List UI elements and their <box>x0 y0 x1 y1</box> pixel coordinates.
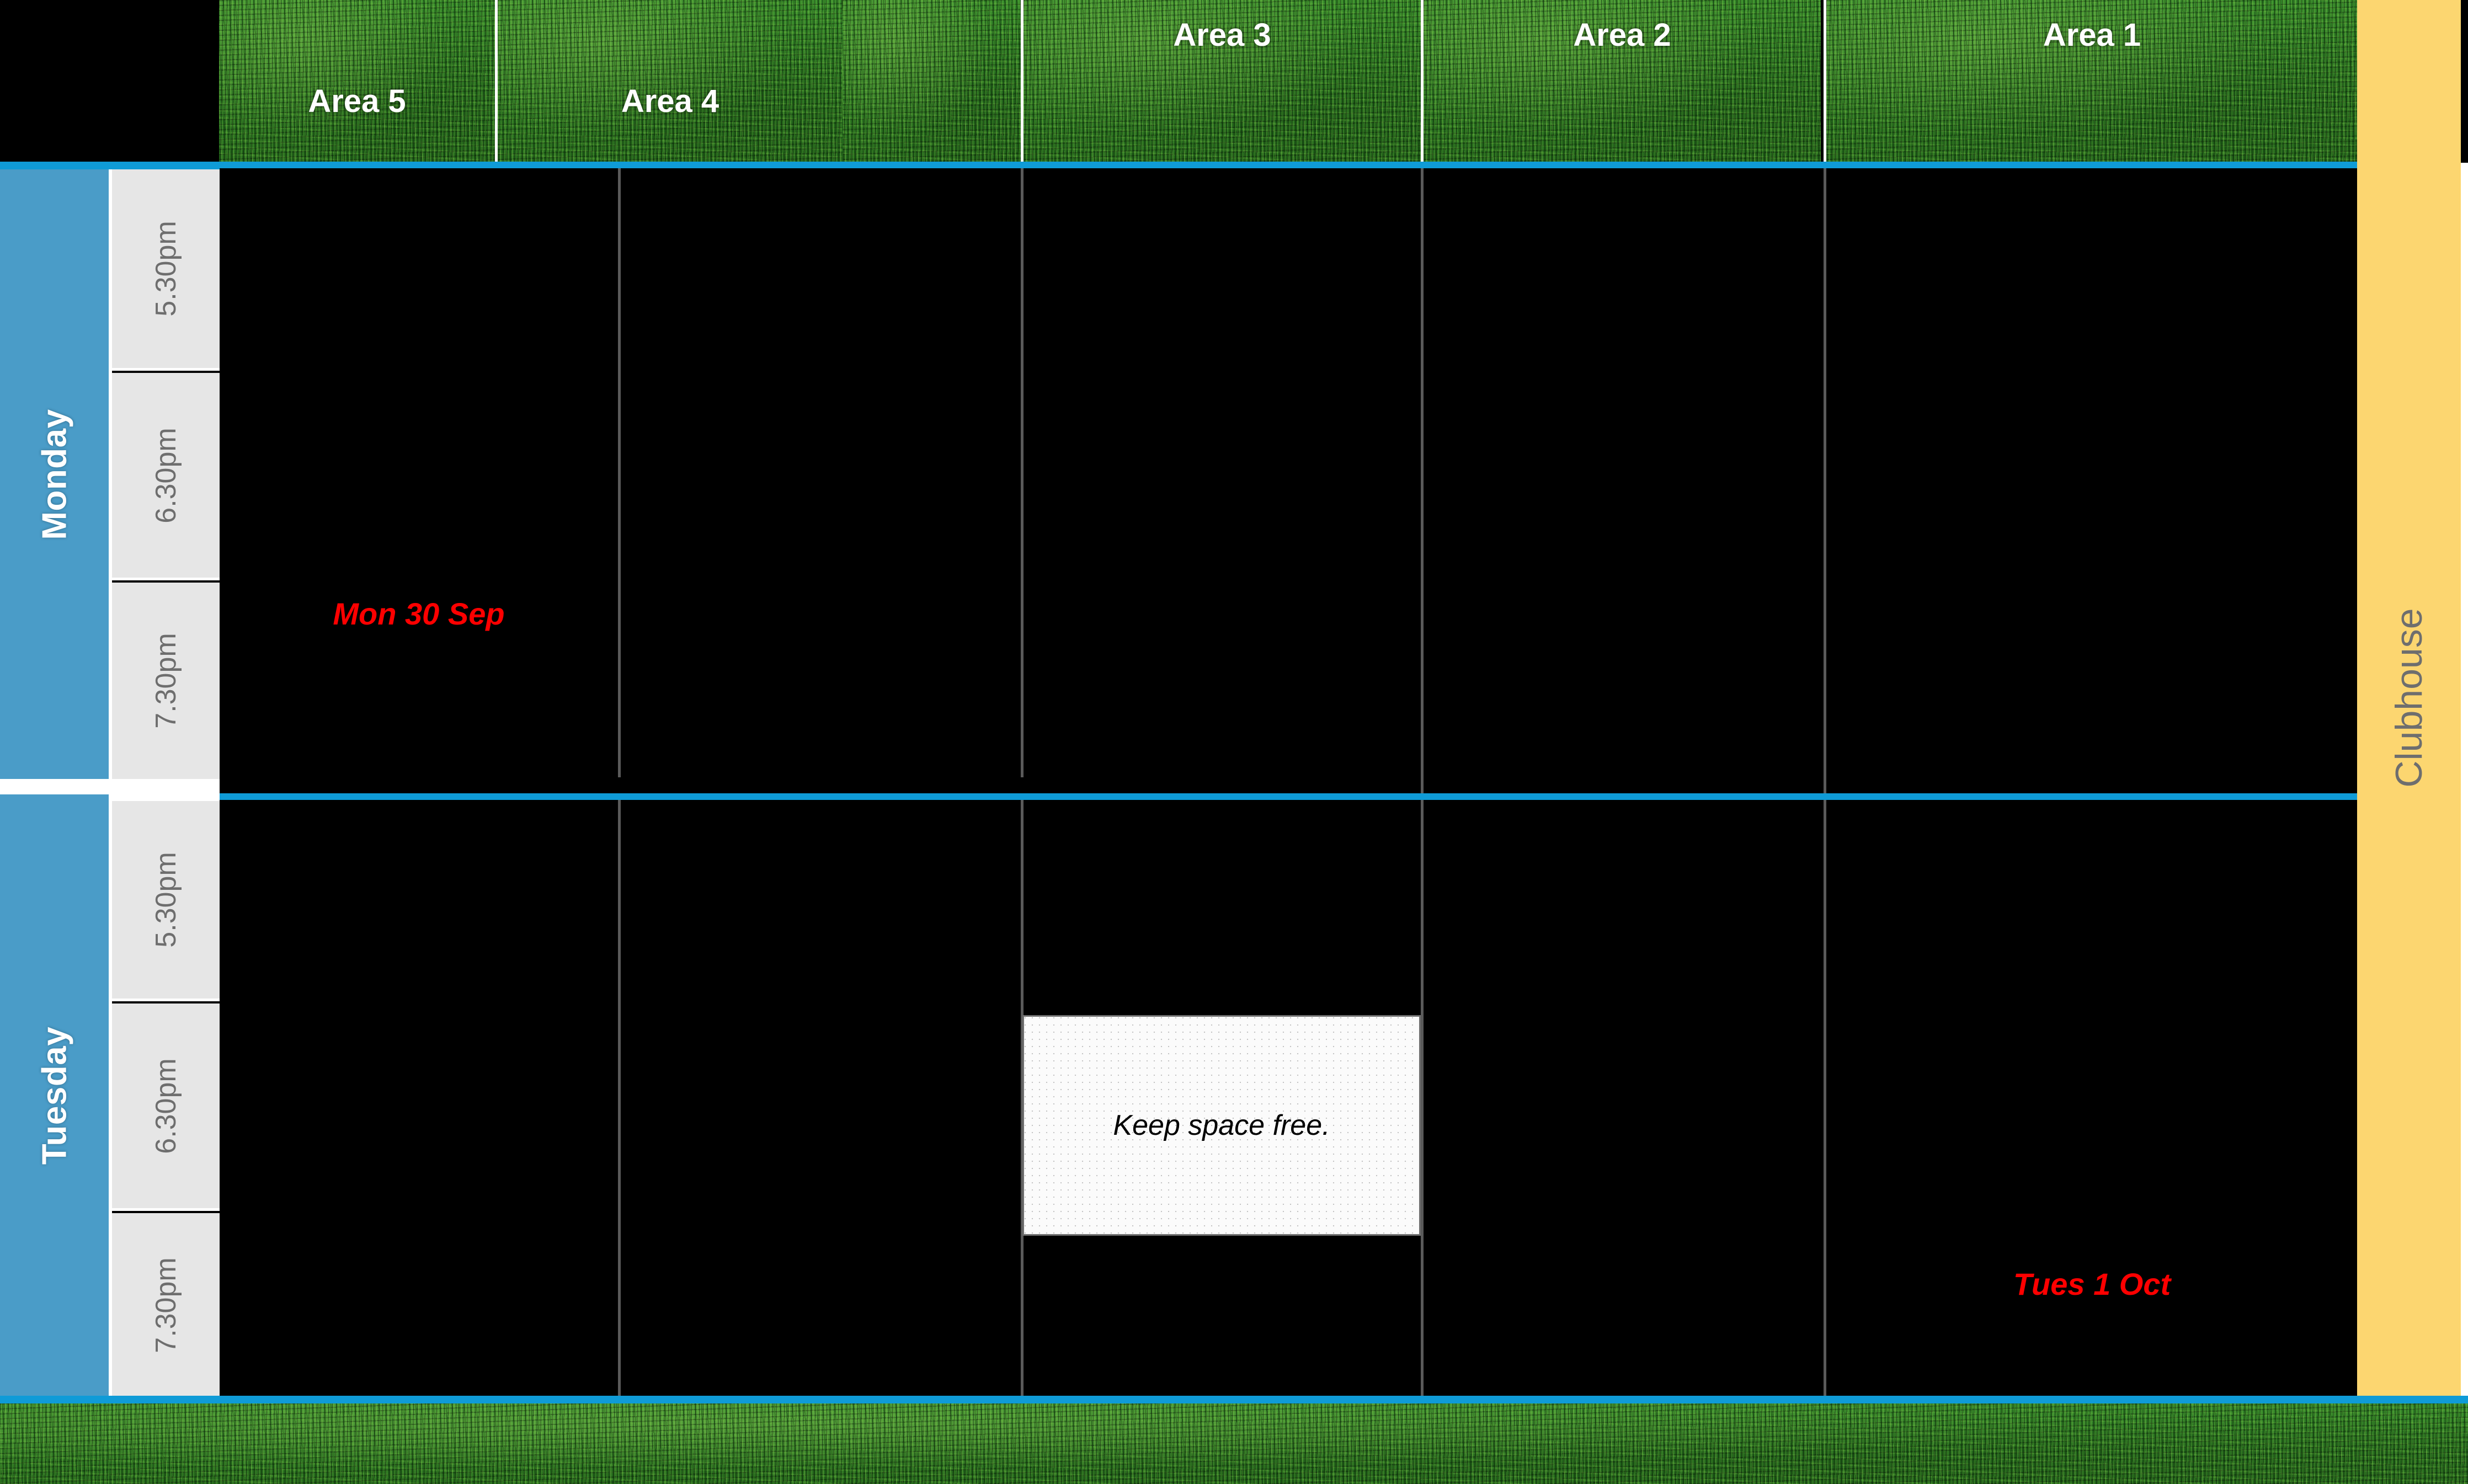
time-cell-tuesday-630pm[interactable]: 6.30pm <box>112 1001 220 1208</box>
column-divider-5-4-lower <box>618 800 621 1396</box>
area-header-label: Area 5 <box>308 83 406 119</box>
time-cell-monday-530pm[interactable]: 5.30pm <box>112 169 220 368</box>
time-cell-monday-730pm[interactable]: 7.30pm <box>112 580 220 779</box>
keep-space-free-box[interactable]: Keep space free. <box>1022 1015 1421 1236</box>
time-cell-tuesday-530pm[interactable]: 5.30pm <box>112 801 220 999</box>
footer-grass-strip <box>0 1403 2468 1484</box>
date-note-label: Mon 30 Sep <box>333 596 505 631</box>
area-header-grass-filler-54 <box>495 0 498 162</box>
area-header-label: Area 1 <box>2043 17 2141 53</box>
time-label: 7.30pm <box>150 1257 182 1353</box>
column-divider-3-2 <box>1421 168 1424 1396</box>
area-header-area-4[interactable]: Area 4 <box>498 0 843 162</box>
area-header-area-2[interactable]: Area 2 <box>1424 0 1821 162</box>
date-note-label: Tues 1 Oct <box>2013 1267 2171 1301</box>
schedule-grid: Mon 30 Sep Tues 1 Oct Keep space free. <box>220 168 2358 1396</box>
area-header-grass-filler-43 <box>843 0 1024 162</box>
area-header-area-1[interactable]: Area 1 <box>1826 0 2358 162</box>
column-divider-2-1 <box>1824 168 1826 1396</box>
area-header-split-21 <box>1824 0 1826 162</box>
day-cell-monday[interactable]: Monday <box>0 169 109 779</box>
day-separator-blue-rule <box>220 793 2358 800</box>
time-cell-tuesday-730pm[interactable]: 7.30pm <box>112 1211 220 1397</box>
date-note-mon-30-sep: Mon 30 Sep <box>220 596 618 632</box>
time-label: 5.30pm <box>150 221 182 317</box>
time-label: 6.30pm <box>150 1058 182 1154</box>
day-cell-tuesday[interactable]: Tuesday <box>0 794 109 1397</box>
area-header-label: Area 2 <box>1573 17 1671 53</box>
area-header-label: Area 4 <box>621 83 719 119</box>
area-header-row: Area 5 Area 4 Area 3 Area 2 Area 1 <box>0 0 2468 163</box>
time-label: 6.30pm <box>150 427 182 524</box>
area-header-split-43 <box>1021 0 1024 162</box>
footer-blue-rule <box>0 1396 2468 1403</box>
area-header-area-5[interactable]: Area 5 <box>219 0 495 162</box>
column-divider-4-3 <box>1021 168 1024 777</box>
time-cell-monday-630pm[interactable]: 6.30pm <box>112 371 220 578</box>
clubhouse-column[interactable]: Clubhouse <box>2357 0 2461 1396</box>
clubhouse-label: Clubhouse <box>2388 608 2430 788</box>
column-divider-5-4 <box>618 168 621 777</box>
area-header-split-32 <box>1421 0 1424 162</box>
keep-space-free-label: Keep space free. <box>1113 1109 1330 1141</box>
date-note-tues-1-oct: Tues 1 Oct <box>1826 1266 2358 1302</box>
area-header-label: Area 3 <box>1173 17 1271 53</box>
time-label: 5.30pm <box>150 852 182 948</box>
day-label: Tuesday <box>35 1026 73 1165</box>
day-label: Monday <box>35 408 73 540</box>
time-label: 7.30pm <box>150 633 182 729</box>
area-header-area-3[interactable]: Area 3 <box>1024 0 1421 162</box>
